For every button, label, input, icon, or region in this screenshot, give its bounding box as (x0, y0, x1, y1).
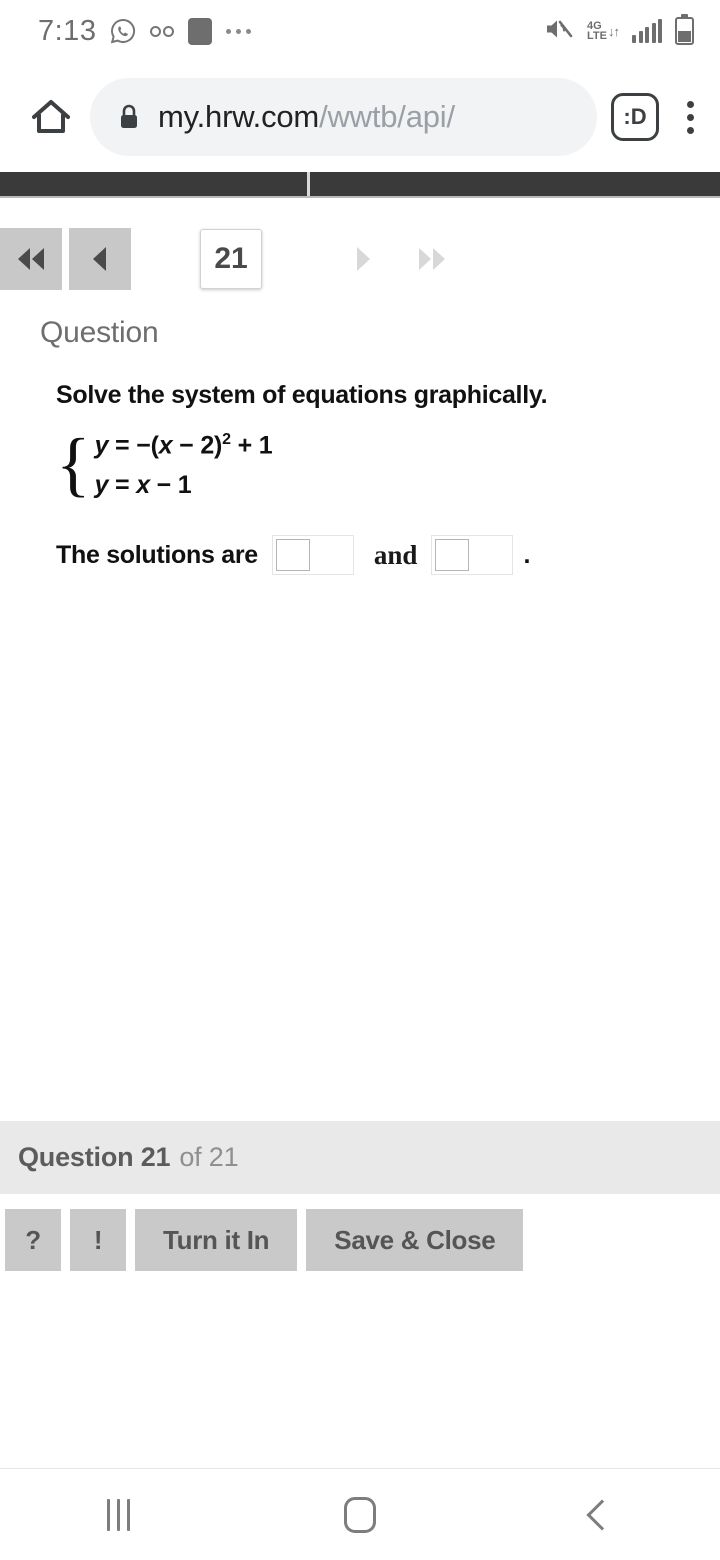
url-text: my.hrw.com/wwtb/api/ (158, 99, 455, 135)
answer-input-1[interactable] (271, 535, 354, 575)
page-title: Question (40, 316, 159, 349)
answer-input-2[interactable] (431, 535, 514, 575)
emoji-badge-icon[interactable]: :D (611, 93, 659, 141)
question-progress-bar: Question 21 of 21 (0, 1121, 720, 1194)
eq1-variable: x (158, 431, 173, 460)
browser-toolbar: my.hrw.com/wwtb/api/ :D (0, 62, 720, 172)
first-question-button[interactable] (0, 228, 62, 290)
last-question-button[interactable] (401, 228, 463, 290)
eq1-minus-two: − 2) (172, 431, 223, 460)
question-prompt: Solve the system of equations graphicall… (56, 381, 548, 409)
mute-icon (544, 16, 574, 47)
eq1-exponent: 2 (222, 431, 231, 448)
android-status-bar: 7:13 4G LTE ↓↑ (0, 0, 720, 62)
address-bar[interactable]: my.hrw.com/wwtb/api/ (90, 78, 597, 156)
question-pager: 21 (0, 228, 720, 290)
next-question-button[interactable] (332, 228, 394, 290)
back-icon[interactable] (586, 1498, 618, 1531)
answer-conjunction: and (373, 539, 418, 570)
answer-label: The solutions are (56, 540, 258, 569)
data-transfer-arrows: ↓↑ (608, 23, 620, 39)
recents-icon[interactable] (107, 1498, 131, 1531)
eq2-lhs: y (94, 471, 109, 500)
total-questions-label: of 21 (179, 1142, 239, 1172)
equation-line-2: y = x − 1 (95, 471, 273, 500)
eq1-equals: = (108, 431, 137, 460)
status-bar-left: 7:13 (38, 14, 252, 48)
current-question-label: Question 21 (18, 1142, 171, 1172)
lock-icon (118, 104, 140, 130)
eq1-plus-one: + 1 (230, 431, 273, 460)
eq2-equals: = (108, 471, 137, 500)
url-domain: my.hrw.com (158, 99, 320, 134)
status-bar-clock: 7:13 (38, 14, 97, 47)
right-arrow-icon (357, 247, 370, 271)
save-and-close-button[interactable]: Save & Close (306, 1209, 524, 1271)
answer-period: . (523, 540, 531, 569)
home-icon[interactable] (344, 1496, 377, 1533)
alert-button[interactable]: ! (70, 1209, 126, 1271)
network-type-bottom: LTE (587, 30, 607, 42)
equation-line-1: y = −(x − 2)2 + 1 (95, 431, 273, 460)
answer-input-1-caret (275, 539, 310, 571)
system-brace-icon: { (56, 423, 91, 504)
app-notification-icon (188, 17, 213, 45)
home-icon[interactable] (20, 86, 82, 148)
answer-input-2-caret (435, 539, 470, 571)
status-bar-right: 4G LTE ↓↑ (544, 14, 694, 47)
double-right-arrow-icon (419, 248, 445, 270)
more-notifications-icon (226, 28, 252, 34)
eq2-variable: x (136, 471, 150, 500)
help-button[interactable]: ? (5, 1209, 61, 1271)
header-strip-underline (0, 196, 720, 198)
previous-question-button[interactable] (69, 228, 131, 290)
app-header-strip (0, 172, 720, 196)
android-navigation-bar (0, 1469, 720, 1560)
eq1-lhs: y (94, 431, 109, 460)
left-arrow-icon (93, 247, 106, 271)
voicemail-icon (150, 25, 175, 37)
answer-row: The solutions are and . (56, 535, 530, 575)
double-left-arrow-icon (18, 248, 44, 270)
kebab-menu-icon[interactable] (681, 95, 700, 140)
url-path: /wwtb/api/ (319, 99, 455, 134)
header-strip-divider (307, 172, 310, 196)
whatsapp-icon (110, 18, 136, 44)
page-number-input[interactable]: 21 (200, 229, 262, 289)
signal-icon (632, 19, 662, 43)
eq1-negation: −( (136, 431, 159, 460)
action-button-bar: ? ! Turn it In Save & Close (5, 1209, 524, 1271)
lte-icon: 4G LTE ↓↑ (587, 20, 620, 42)
battery-icon (675, 14, 694, 45)
eq2-minus-one: − 1 (149, 471, 192, 500)
equation-system: { y = −(x − 2)2 + 1 y = x − 1 (56, 423, 273, 504)
turn-it-in-button[interactable]: Turn it In (135, 1209, 298, 1271)
